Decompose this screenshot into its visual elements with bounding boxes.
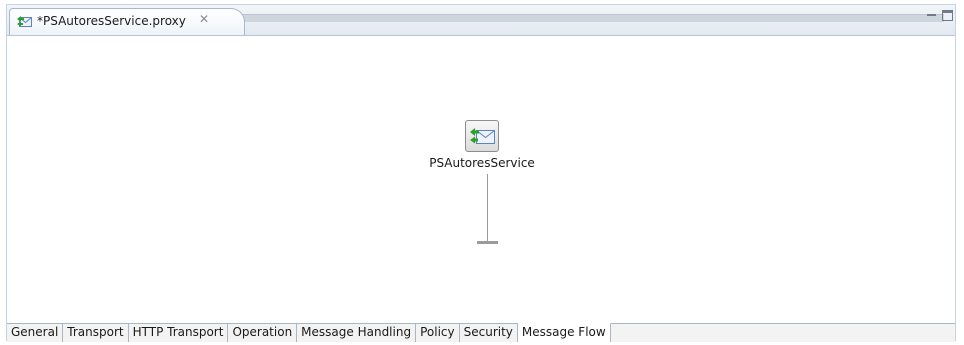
page-tabs-filler bbox=[610, 324, 955, 342]
tab-message-handling[interactable]: Message Handling bbox=[297, 324, 417, 342]
close-icon[interactable]: ✕ bbox=[199, 13, 211, 25]
editor-tab-title: *PSAutoresService.proxy bbox=[37, 14, 186, 28]
tab-security[interactable]: Security bbox=[459, 324, 518, 342]
proxy-service-node-label: PSAutoresService bbox=[429, 156, 535, 170]
proxy-service-node[interactable]: PSAutoresService bbox=[417, 120, 547, 170]
tab-operation[interactable]: Operation bbox=[228, 324, 298, 342]
editor-page-tabs: General Transport HTTP Transport Operati… bbox=[7, 323, 955, 342]
tab-general[interactable]: General bbox=[7, 324, 64, 342]
tab-transport[interactable]: Transport bbox=[63, 324, 129, 342]
flow-connector-line bbox=[487, 174, 488, 242]
proxy-service-icon bbox=[17, 16, 32, 27]
editor-tab-psautoresservice[interactable]: *PSAutoresService.proxy ✕ bbox=[9, 8, 245, 35]
flow-end-marker bbox=[477, 241, 498, 244]
maximize-icon[interactable] bbox=[942, 10, 953, 21]
proxy-service-node-icon[interactable] bbox=[465, 120, 499, 152]
editor-tab-strip: *PSAutoresService.proxy ✕ bbox=[7, 5, 955, 36]
view-controls bbox=[926, 10, 953, 26]
tab-policy[interactable]: Policy bbox=[416, 324, 460, 342]
tab-http-transport[interactable]: HTTP Transport bbox=[128, 324, 229, 342]
minimize-icon[interactable] bbox=[926, 10, 937, 21]
tab-strip-fill bbox=[239, 14, 944, 22]
editor-window: *PSAutoresService.proxy ✕ PSAutoresServi… bbox=[6, 4, 956, 342]
tab-message-flow[interactable]: Message Flow bbox=[517, 323, 611, 342]
message-flow-canvas[interactable]: PSAutoresService bbox=[7, 36, 955, 323]
